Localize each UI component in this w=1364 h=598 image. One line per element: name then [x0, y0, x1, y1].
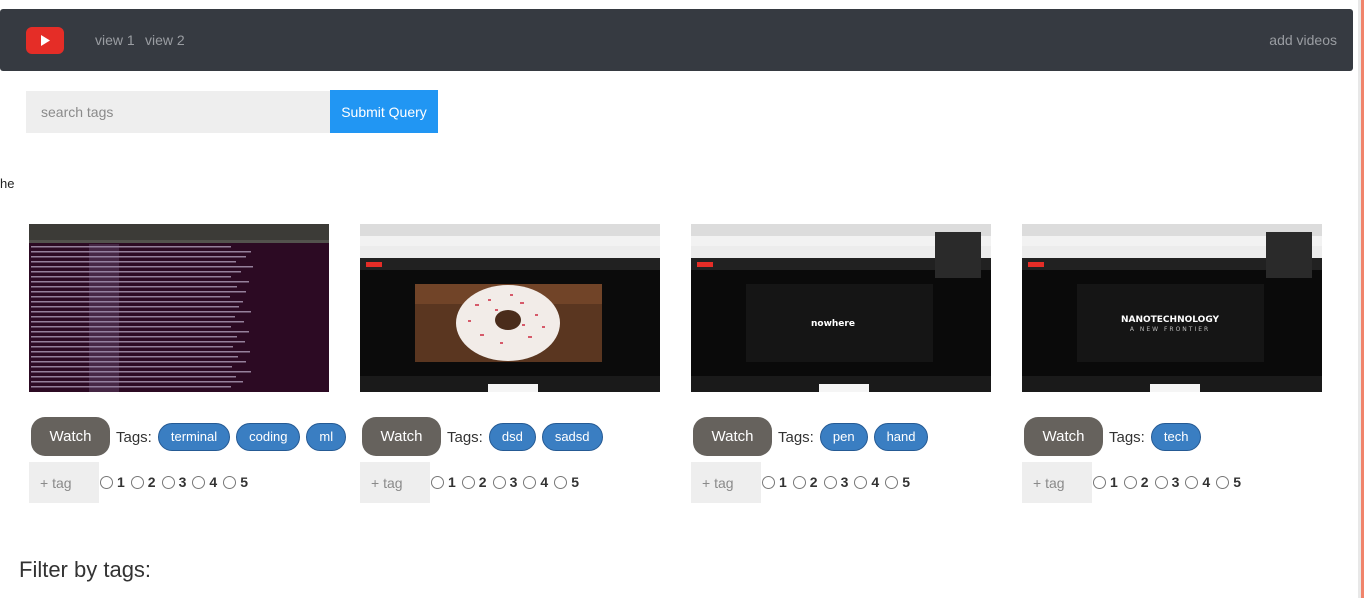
youtube-logo-icon[interactable]	[26, 27, 64, 54]
rating-group: 1 2 3 4 5	[1093, 474, 1247, 490]
rating-label: 1	[779, 474, 787, 490]
rating-label: 2	[1140, 474, 1149, 490]
rating-radio[interactable]	[161, 475, 175, 489]
tag-pill[interactable]: hand	[873, 423, 929, 451]
rating-group: 1 2 3 4 5	[431, 474, 585, 490]
tag-pill[interactable]: tech	[1150, 423, 1202, 451]
tags-list: Tags: terminal coding ml	[116, 423, 352, 451]
submit-query-button[interactable]: Submit Query	[330, 90, 438, 133]
rating-radio[interactable]	[192, 475, 206, 489]
rating-label: 2	[147, 474, 156, 490]
rating-radio[interactable]	[431, 475, 444, 489]
video-thumbnail[interactable]	[29, 224, 329, 392]
rating-label: 3	[509, 474, 518, 490]
tags-label: Tags:	[778, 428, 814, 446]
rating-label: 5	[571, 474, 579, 490]
rating-radio[interactable]	[1154, 475, 1168, 489]
tag-pill[interactable]: terminal	[157, 423, 231, 451]
rating-radio[interactable]	[823, 475, 837, 489]
tag-pill[interactable]: ml	[306, 423, 347, 451]
add-tag-input[interactable]	[691, 462, 761, 503]
thumbnail-subtitle-text: A NEW FRONTIER	[1130, 326, 1210, 333]
rating-label: 5	[240, 474, 248, 490]
tags-list: Tags: tech	[1109, 423, 1207, 451]
thumbnail-title-text: nowhere	[811, 319, 855, 329]
rating-radio[interactable]	[461, 475, 475, 489]
nav-view-2-link[interactable]: view 2	[145, 32, 185, 48]
nav-view-1-link[interactable]: view 1	[95, 32, 135, 48]
tag-pill[interactable]: coding	[236, 423, 301, 451]
thumbnail-title-text: NANOTECHNOLOGY	[1121, 315, 1220, 325]
tags-label: Tags:	[447, 428, 483, 446]
add-tag-input[interactable]	[1022, 462, 1092, 503]
rating-label: 1	[448, 474, 456, 490]
rating-radio[interactable]	[223, 475, 237, 489]
rating-radio[interactable]	[1123, 475, 1137, 489]
rating-radio[interactable]	[1185, 475, 1199, 489]
rating-label: 4	[540, 474, 549, 490]
rating-group: 1 2 3 4 5	[100, 474, 254, 490]
rating-label: 3	[1171, 474, 1180, 490]
watch-button[interactable]: Watch	[362, 417, 441, 456]
rating-radio[interactable]	[523, 475, 537, 489]
stray-text: he	[0, 176, 15, 191]
tag-pill[interactable]: sadsd	[541, 423, 603, 451]
rating-label: 4	[209, 474, 218, 490]
search-tags-input[interactable]	[26, 91, 330, 133]
rating-label: 1	[1110, 474, 1118, 490]
rating-radio[interactable]	[762, 475, 775, 489]
video-thumbnail[interactable]	[360, 224, 660, 392]
watch-button[interactable]: Watch	[693, 417, 772, 456]
add-videos-link[interactable]: add videos	[1269, 32, 1337, 48]
add-tag-input[interactable]	[360, 462, 430, 503]
rating-group: 1 2 3 4 5	[762, 474, 916, 490]
rating-label: 5	[1233, 474, 1241, 490]
filter-by-tags-heading: Filter by tags:	[19, 557, 152, 582]
watch-button[interactable]: Watch	[31, 417, 110, 456]
rating-label: 4	[871, 474, 880, 490]
tag-pill[interactable]: dsd	[488, 423, 536, 451]
video-thumbnail[interactable]: NANOTECHNOLOGY A NEW FRONTIER	[1022, 224, 1322, 392]
rating-label: 2	[478, 474, 487, 490]
rating-radio[interactable]	[792, 475, 806, 489]
video-thumbnail[interactable]: nowhere	[691, 224, 991, 392]
rating-radio[interactable]	[130, 475, 144, 489]
rating-radio[interactable]	[1093, 475, 1106, 489]
rating-radio[interactable]	[885, 475, 899, 489]
rating-label: 1	[117, 474, 125, 490]
tag-pill[interactable]: pen	[819, 423, 868, 451]
tags-label: Tags:	[116, 428, 152, 446]
tags-list: Tags: dsd sadsd	[447, 423, 609, 451]
rating-radio[interactable]	[100, 475, 113, 489]
rating-radio[interactable]	[854, 475, 868, 489]
tags-label: Tags:	[1109, 428, 1145, 446]
rating-label: 2	[809, 474, 818, 490]
add-tag-input[interactable]	[29, 462, 99, 503]
top-navbar: view 1 view 2 add videos	[0, 9, 1353, 71]
rating-label: 4	[1202, 474, 1211, 490]
tags-list: Tags: pen hand	[778, 423, 934, 451]
scrollbar[interactable]	[1358, 0, 1364, 598]
rating-radio[interactable]	[492, 475, 506, 489]
rating-radio[interactable]	[554, 475, 568, 489]
watch-button[interactable]: Watch	[1024, 417, 1103, 456]
rating-label: 5	[902, 474, 910, 490]
rating-label: 3	[840, 474, 849, 490]
rating-label: 3	[178, 474, 187, 490]
rating-radio[interactable]	[1216, 475, 1230, 489]
